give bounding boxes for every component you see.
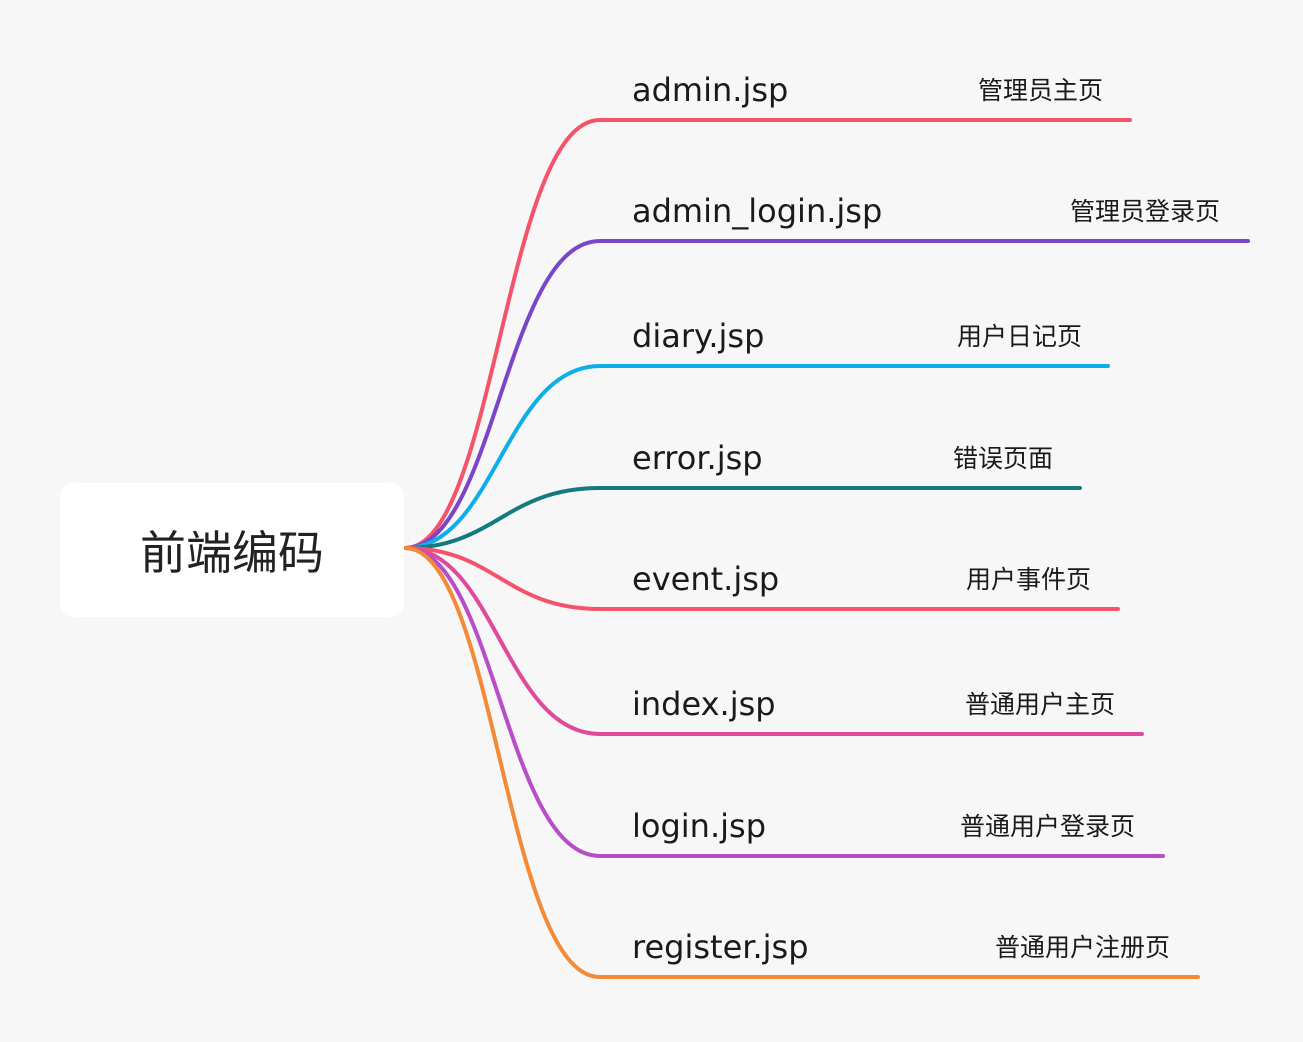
branch-file-label[interactable]: login.jsp — [632, 810, 766, 842]
branch-file-label[interactable]: register.jsp — [632, 931, 809, 963]
branch-desc-label[interactable]: 普通用户主页 — [965, 692, 1115, 717]
mindmap-canvas: 前端编码 admin.jsp 管理员主页 admin_login.jsp 管理员登录页… — [0, 0, 1303, 1042]
branch-file-label[interactable]: event.jsp — [632, 563, 779, 595]
branch-desc-label[interactable]: 管理员登录页 — [1070, 199, 1220, 224]
branch-connector — [403, 486, 1082, 550]
branch-file-label[interactable]: admin.jsp — [632, 74, 788, 106]
root-label: 前端编码 — [140, 526, 324, 580]
branch-desc-label[interactable]: 用户事件页 — [966, 567, 1091, 592]
branch-file-label[interactable]: error.jsp — [632, 442, 763, 474]
branch-desc-label[interactable]: 普通用户登录页 — [960, 814, 1135, 839]
branch-desc-label[interactable]: 管理员主页 — [978, 78, 1103, 103]
branch-file-label[interactable]: diary.jsp — [632, 320, 764, 352]
branch-connector — [403, 546, 1200, 979]
branch-desc-label[interactable]: 用户日记页 — [957, 324, 1082, 349]
branch-desc-label[interactable]: 普通用户注册页 — [995, 935, 1170, 960]
branch-file-label[interactable]: admin_login.jsp — [632, 195, 882, 227]
root-node[interactable]: 前端编码 — [60, 483, 404, 617]
branch-desc-label[interactable]: 错误页面 — [953, 446, 1053, 471]
branch-file-label[interactable]: index.jsp — [632, 688, 776, 720]
